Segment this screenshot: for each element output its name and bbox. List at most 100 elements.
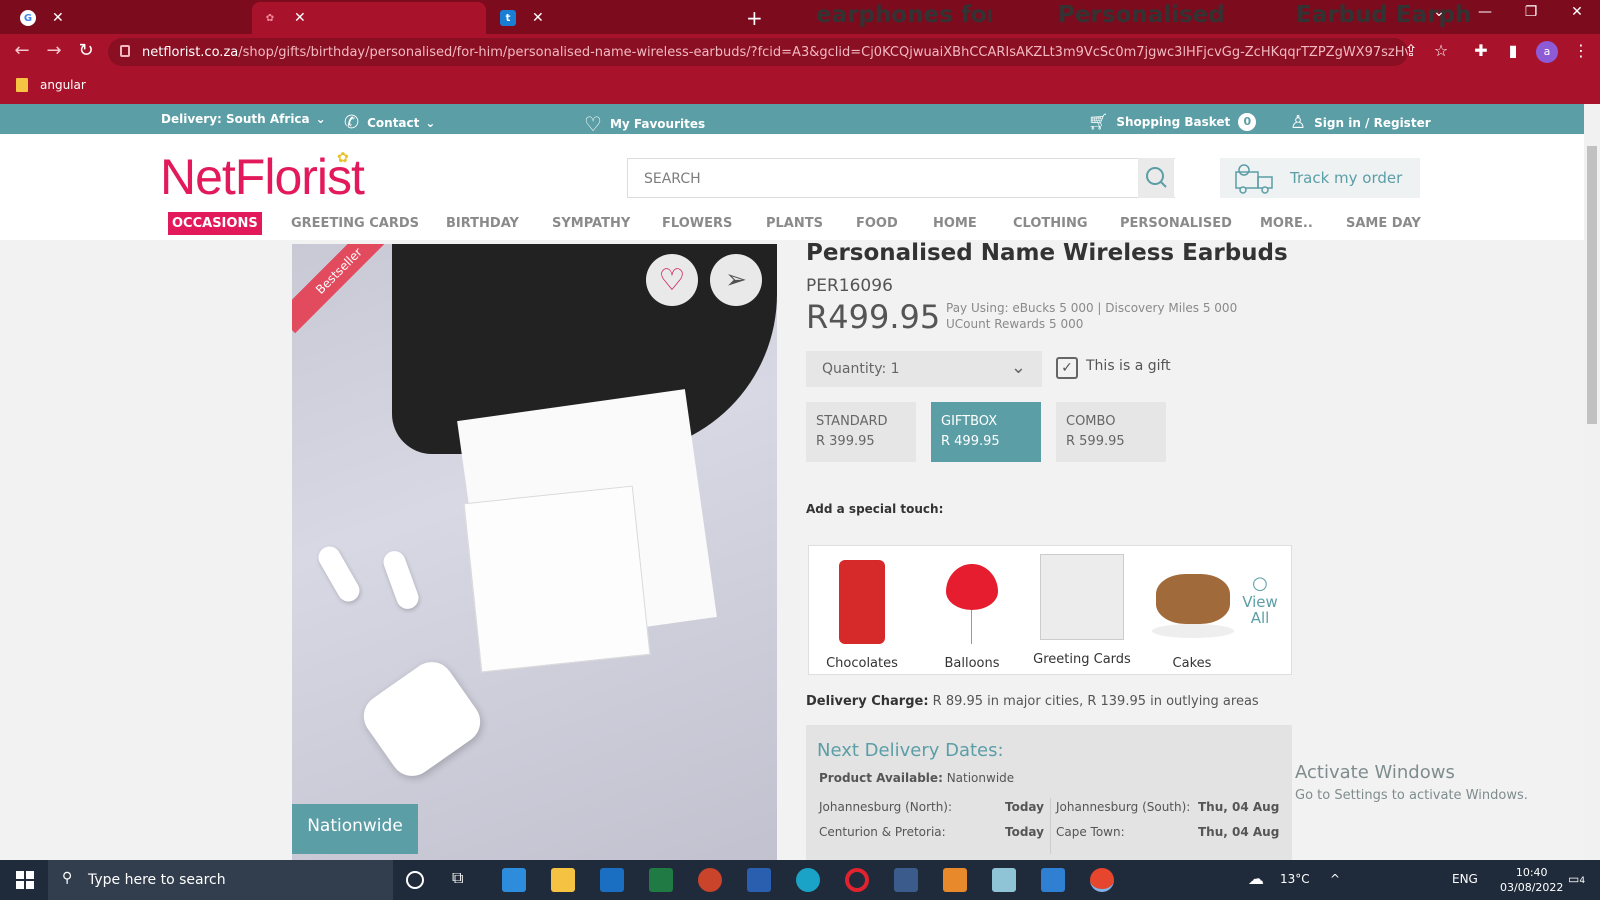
reload-icon[interactable]: ↻ xyxy=(74,40,98,61)
tab-netflorist[interactable]: ✿ Personalised Name Wireless Earb ✕ xyxy=(252,2,1233,34)
gift-checkbox[interactable]: ✓ xyxy=(1056,357,1078,379)
date-day: Today xyxy=(1005,825,1044,839)
vscode-icon[interactable] xyxy=(894,868,918,892)
photos-icon[interactable] xyxy=(1041,868,1065,892)
favourite-button[interactable]: ♡ xyxy=(646,254,698,306)
option-price: R 499.95 xyxy=(941,434,1000,449)
forward-icon[interactable]: → xyxy=(42,40,66,61)
share-icon[interactable]: ⇪ xyxy=(1400,41,1422,60)
nav-personalised[interactable]: PERSONALISED xyxy=(1120,216,1232,231)
back-icon[interactable]: ← xyxy=(10,40,34,61)
windows-start-icon[interactable] xyxy=(16,871,34,889)
minimize-button[interactable]: — xyxy=(1470,4,1500,20)
netflorist-logo[interactable]: NetFlorist xyxy=(160,148,365,206)
contact-menu[interactable]: ✆ Contact ⌄ xyxy=(344,112,435,133)
file-explorer-icon[interactable] xyxy=(551,868,575,892)
nav-flowers[interactable]: FLOWERS xyxy=(662,216,732,231)
addon-cakes[interactable]: Cakes xyxy=(1142,554,1242,671)
mail-icon[interactable] xyxy=(600,868,624,892)
opera-icon[interactable] xyxy=(845,868,869,892)
nav-same-day[interactable]: SAME DAY xyxy=(1346,216,1421,231)
bookmark-angular[interactable]: angular xyxy=(16,78,86,92)
heart-icon: ♡ xyxy=(658,262,686,298)
option-standard[interactable]: STANDARD R 399.95 xyxy=(806,402,916,462)
excel-icon[interactable] xyxy=(649,868,673,892)
notepad-icon[interactable] xyxy=(992,868,1016,892)
nav-more[interactable]: MORE.. xyxy=(1260,216,1313,231)
chevron-down-icon: ⌄ xyxy=(425,115,436,130)
date-day: Thu, 04 Aug xyxy=(1198,800,1280,814)
nav-home[interactable]: HOME xyxy=(933,216,977,231)
addon-balloons[interactable]: Balloons xyxy=(922,554,1022,671)
clock[interactable]: 10:40 03/08/2022 xyxy=(1500,865,1563,895)
restore-button[interactable]: ❐ xyxy=(1516,4,1546,20)
cortana-icon[interactable] xyxy=(406,871,424,889)
nav-clothing[interactable]: CLOTHING xyxy=(1013,216,1088,231)
scrollbar-thumb[interactable] xyxy=(1587,146,1597,424)
search-icon: ⚲ xyxy=(62,870,73,886)
task-view-icon[interactable]: ⧉ xyxy=(452,868,476,892)
search-input[interactable]: SEARCH xyxy=(627,158,1175,198)
takealot-icon: t xyxy=(500,10,516,26)
delivery-selector[interactable]: Delivery: South Africa ⌄ xyxy=(161,112,326,126)
nav-occasions[interactable]: OCCASIONS xyxy=(168,212,262,235)
media-player-icon[interactable] xyxy=(943,868,967,892)
product-image[interactable]: Bestseller ♡ ➢ Nationwide xyxy=(292,244,777,860)
product-available: Product Available: Nationwide xyxy=(819,771,1014,785)
addon-label: Cakes xyxy=(1172,656,1212,671)
basket-link[interactable]: 🛒︎ Shopping Basket 0 xyxy=(1088,112,1257,131)
option-giftbox[interactable]: GIFTBOX R 499.95 xyxy=(931,402,1041,462)
close-icon[interactable]: ✕ xyxy=(532,10,544,26)
page-scrollbar[interactable] xyxy=(1584,104,1600,860)
earbuds-box xyxy=(463,485,651,673)
phone-icon: ✆ xyxy=(344,112,360,133)
tab-google[interactable]: G earphones for sale - Google Sear ✕ xyxy=(10,2,991,34)
chrome-icon[interactable] xyxy=(1090,868,1114,892)
option-name: COMBO xyxy=(1066,414,1116,429)
nav-sympathy[interactable]: SYMPATHY xyxy=(552,216,630,231)
tab-takealot[interactable]: t Earbud Earphones H5 - White | B ✕ xyxy=(490,2,1471,34)
track-order-button[interactable]: Track my order xyxy=(1220,158,1420,198)
notifications-icon[interactable]: ▭4 xyxy=(1568,872,1585,886)
addon-label: Chocolates xyxy=(826,656,898,671)
search-button[interactable] xyxy=(1138,158,1174,198)
quantity-select[interactable]: Quantity: 1 ⌄ xyxy=(806,351,1042,387)
menu-icon[interactable]: ⋮ xyxy=(1570,41,1592,60)
edge-icon[interactable] xyxy=(796,868,820,892)
view-all-link[interactable]: ○ View All xyxy=(1238,575,1282,627)
nav-food[interactable]: FOOD xyxy=(856,216,898,231)
share-button[interactable]: ➢ xyxy=(710,254,762,306)
nav-birthday[interactable]: BIRTHDAY xyxy=(446,216,519,231)
store-icon[interactable] xyxy=(502,868,526,892)
tab-search-icon[interactable]: ⌄ xyxy=(1424,4,1454,20)
close-window-button[interactable]: ✕ xyxy=(1562,4,1592,20)
temperature[interactable]: 13°C xyxy=(1280,872,1310,886)
language-indicator[interactable]: ENG xyxy=(1452,872,1478,886)
star-icon[interactable]: ☆ xyxy=(1430,41,1452,60)
date-day: Today xyxy=(1005,800,1044,814)
option-name: GIFTBOX xyxy=(941,414,998,429)
nav-greeting-cards[interactable]: GREETING CARDS xyxy=(291,216,419,231)
sign-in-link[interactable]: ♙ Sign in / Register xyxy=(1290,112,1431,133)
flower-logo-icon: ✿ xyxy=(337,150,349,166)
chevron-down-icon: ⌄ xyxy=(315,112,326,126)
favourites-link[interactable]: ♡ My Favourites xyxy=(584,112,705,136)
addon-greeting-cards[interactable]: Greeting Cards xyxy=(1032,554,1132,667)
addon-chocolates[interactable]: Chocolates xyxy=(812,554,912,671)
word-icon[interactable] xyxy=(747,868,771,892)
close-icon[interactable]: ✕ xyxy=(294,10,306,26)
side-panel-icon[interactable]: ▮ xyxy=(1502,41,1524,60)
nav-plants[interactable]: PLANTS xyxy=(766,216,823,231)
profile-avatar[interactable]: a xyxy=(1536,41,1558,63)
activate-windows-subtitle: Go to Settings to activate Windows. xyxy=(1295,788,1528,803)
activate-windows-title: Activate Windows xyxy=(1295,762,1455,783)
address-bar[interactable]: netflorist.co.za/shop/gifts/birthday/per… xyxy=(108,38,1408,66)
new-tab-button[interactable]: + xyxy=(736,2,766,34)
extensions-icon[interactable]: ✚ xyxy=(1470,41,1492,60)
tray-chevron-icon[interactable]: ^ xyxy=(1330,872,1340,886)
close-icon[interactable]: ✕ xyxy=(52,10,64,26)
powerpoint-icon[interactable] xyxy=(698,868,722,892)
option-combo[interactable]: COMBO R 599.95 xyxy=(1056,402,1166,462)
taskbar-search[interactable]: ⚲ Type here to search xyxy=(48,860,393,900)
option-name: STANDARD xyxy=(816,414,888,429)
